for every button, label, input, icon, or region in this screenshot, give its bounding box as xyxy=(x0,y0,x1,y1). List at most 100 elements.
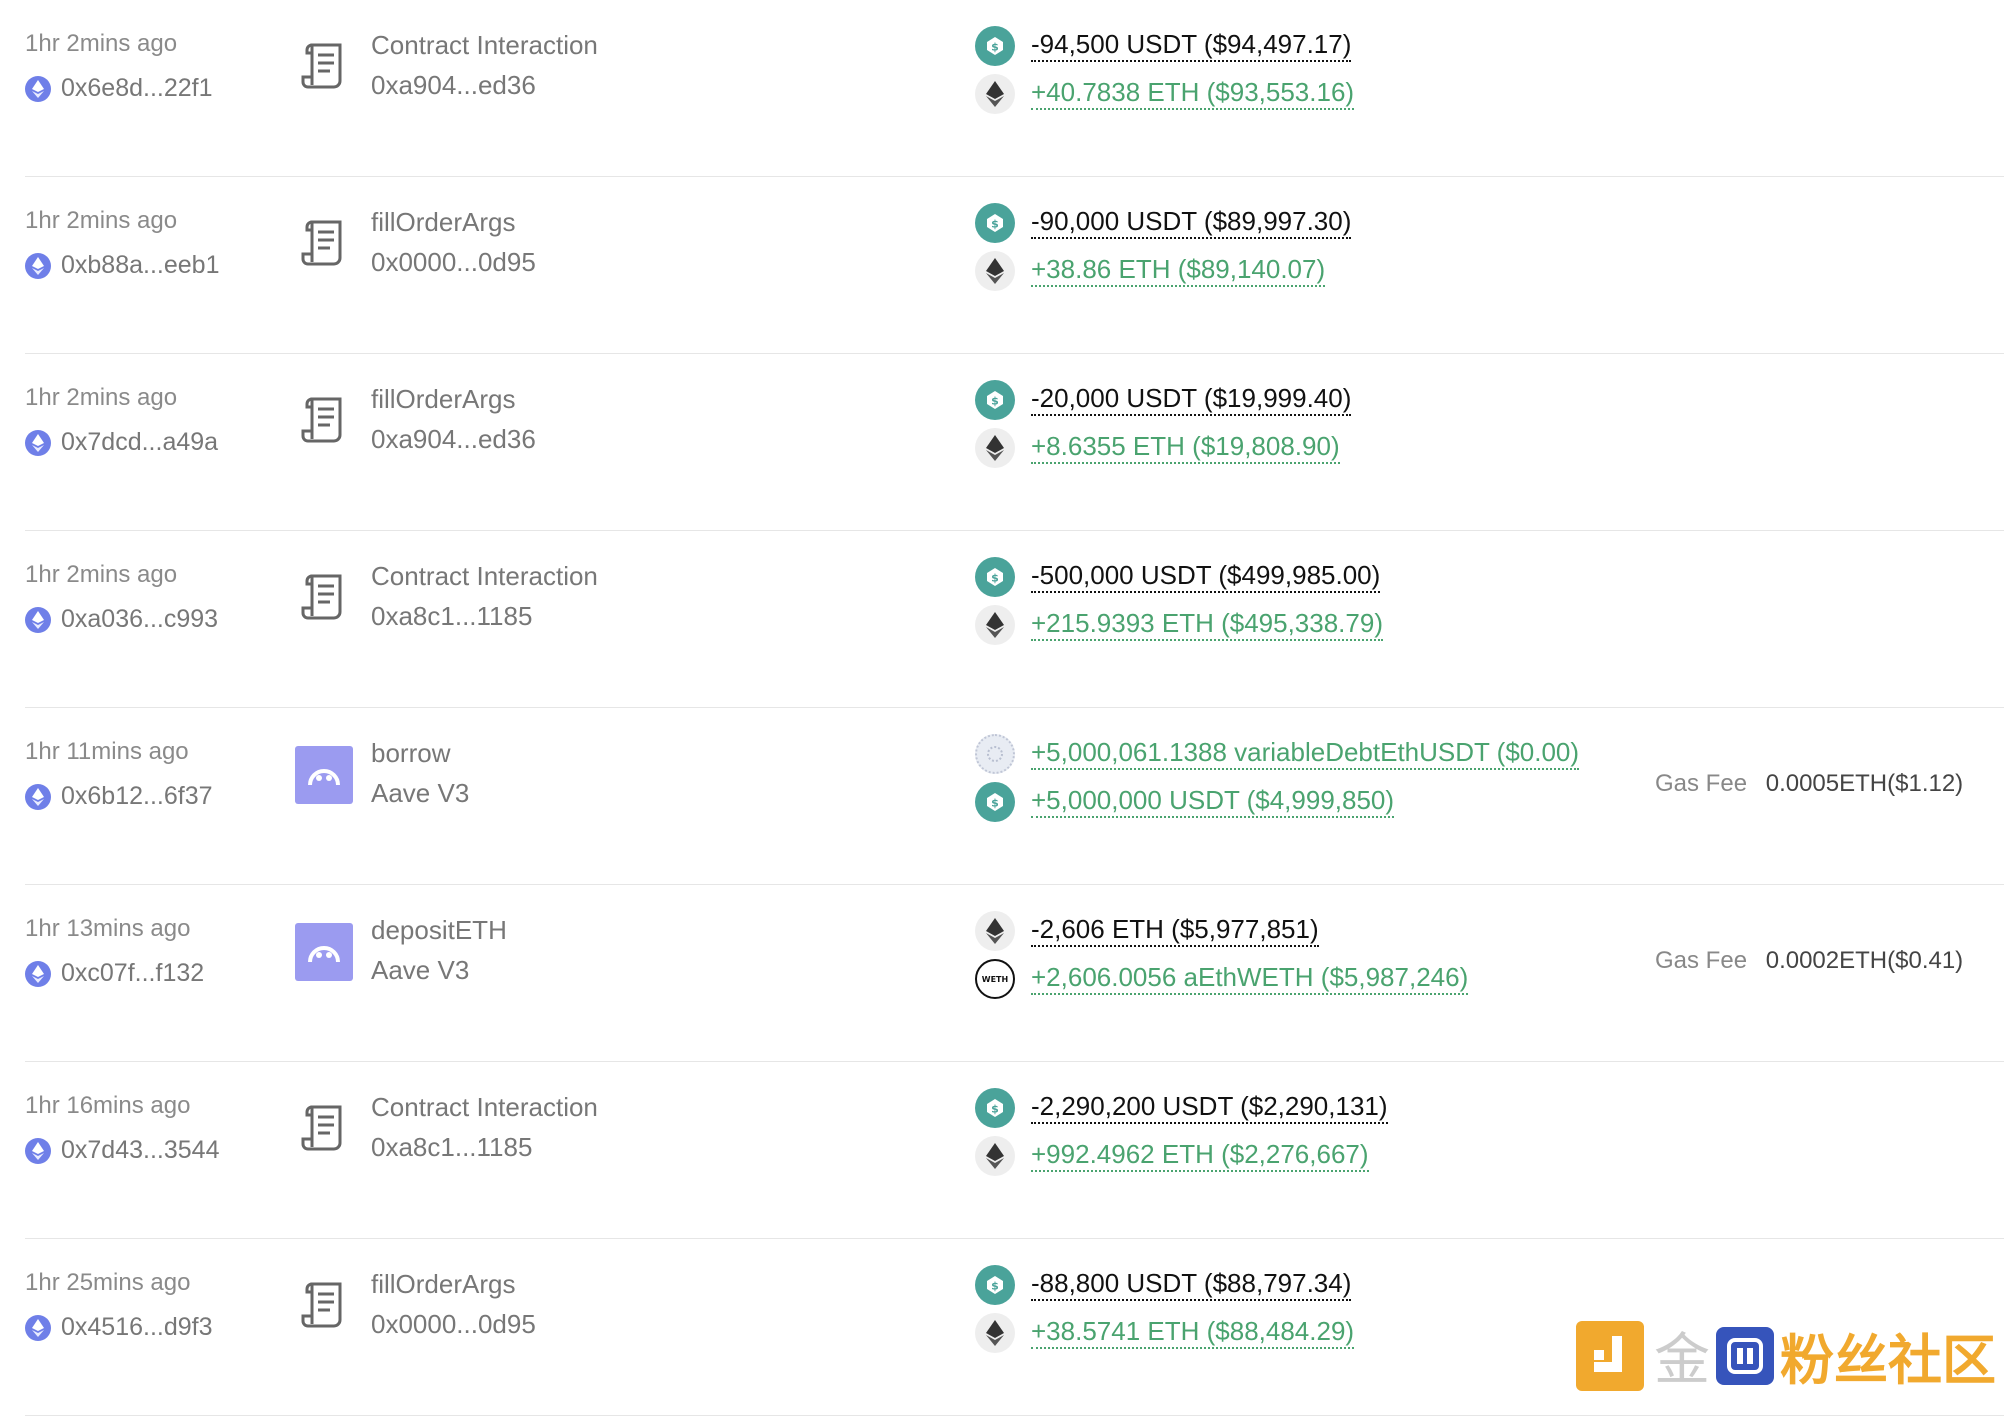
ethereum-chain-icon xyxy=(25,75,51,102)
gas-fee-label: Gas Fee xyxy=(1655,770,1748,797)
token-amount-link[interactable]: +5,000,061.1388 variableDebtEthUSDT ($0.… xyxy=(1031,737,1580,770)
svg-text:$: $ xyxy=(991,797,999,810)
tx-hash-text[interactable]: 0xc07f...f132 xyxy=(61,959,204,988)
ethereum-chain-icon xyxy=(25,783,51,810)
token-flow: $ -2,290,200 USDT ($2,290,131) xyxy=(975,1088,1388,1128)
usdt-token-icon: $ xyxy=(975,557,1015,597)
tx-target-link[interactable]: 0xa8c1...1185 xyxy=(371,1132,532,1163)
tx-hash-link[interactable]: 0x6e8d...22f1 xyxy=(25,74,213,103)
tx-hash-link[interactable]: 0x7d43...3544 xyxy=(25,1136,219,1165)
tx-hash-text[interactable]: 0xa036...c993 xyxy=(61,605,218,634)
svg-text:$: $ xyxy=(991,218,999,231)
token-amount-link[interactable]: +40.7838 ETH ($93,553.16) xyxy=(1031,77,1355,110)
tx-target-link[interactable]: 0xa8c1...1185 xyxy=(371,601,532,632)
gas-fee-label: Gas Fee xyxy=(1655,947,1748,974)
token-amount-link[interactable]: +215.9393 ETH ($495,338.79) xyxy=(1031,608,1383,641)
tx-target-link[interactable]: 0x0000...0d95 xyxy=(371,1309,536,1340)
tx-method: borrow xyxy=(371,738,451,768)
usdt-token-icon: $ xyxy=(975,26,1015,66)
tx-target-link[interactable]: Aave V3 xyxy=(371,955,469,986)
usdt-token-icon: $ xyxy=(975,203,1015,243)
watermark-logo-icon xyxy=(1576,1320,1644,1391)
tx-method: Contract Interaction xyxy=(371,30,598,60)
token-amount-link[interactable]: +38.86 ETH ($89,140.07) xyxy=(1031,254,1326,287)
aave-logo-icon xyxy=(295,746,353,804)
contract-scroll-icon xyxy=(295,1100,353,1158)
ethereum-chain-icon xyxy=(25,252,51,279)
token-amount-link[interactable]: +8.6355 ETH ($19,808.90) xyxy=(1031,431,1340,464)
contract-scroll-icon xyxy=(295,38,353,96)
token-amount-link[interactable]: +38.5741 ETH ($88,484.29) xyxy=(1031,1316,1355,1349)
transaction-row: 1hr 13mins ago 0xc07f...f132 depositETH A… xyxy=(25,885,2004,1062)
token-amount-link[interactable]: -2,290,200 USDT ($2,290,131) xyxy=(1031,1091,1388,1124)
tx-time: 1hr 11mins ago xyxy=(25,738,189,765)
tx-hash-link[interactable]: 0xc07f...f132 xyxy=(25,959,204,988)
tx-hash-link[interactable]: 0x7dcd...a49a xyxy=(25,428,218,457)
tx-hash-text[interactable]: 0xb88a...eeb1 xyxy=(61,251,219,280)
tx-hash-text[interactable]: 0x7dcd...a49a xyxy=(61,428,218,457)
token-amount-link[interactable]: +992.4962 ETH ($2,276,667) xyxy=(1031,1139,1369,1172)
tx-hash-link[interactable]: 0x4516...d9f3 xyxy=(25,1313,213,1342)
tx-hash-text[interactable]: 0x6e8d...22f1 xyxy=(61,74,213,103)
transaction-list: 1hr 2mins ago 0x6e8d...22f1 Contract Int… xyxy=(0,0,2004,1416)
tx-time: 1hr 16mins ago xyxy=(25,1092,191,1119)
token-amount-link[interactable]: -90,000 USDT ($89,997.30) xyxy=(1031,206,1352,239)
tx-hash-text[interactable]: 0x4516...d9f3 xyxy=(61,1313,213,1342)
tx-hash-text[interactable]: 0x7d43...3544 xyxy=(61,1136,219,1165)
tx-target-link[interactable]: 0xa904...ed36 xyxy=(371,70,536,101)
token-flow: +215.9393 ETH ($495,338.79) xyxy=(975,605,1383,645)
svg-text:WETH: WETH xyxy=(982,975,1008,984)
tx-method: depositETH xyxy=(371,915,507,945)
transaction-row: 1hr 11mins ago 0x6b12...6f37 borrow Aave … xyxy=(25,708,2004,885)
tx-hash-link[interactable]: 0x6b12...6f37 xyxy=(25,782,213,811)
token-amount-link[interactable]: +5,000,000 USDT ($4,999,850) xyxy=(1031,785,1395,818)
watermark: 金 粉丝社区 xyxy=(1576,1315,1996,1396)
token-amount-link[interactable]: -2,606 ETH ($5,977,851) xyxy=(1031,914,1319,947)
token-flow: -2,606 ETH ($5,977,851) xyxy=(975,911,1319,951)
tx-target-link[interactable]: 0x0000...0d95 xyxy=(371,247,536,278)
token-amount-link[interactable]: +2,606.0056 aEthWETH ($5,987,246) xyxy=(1031,962,1469,995)
svg-text:$: $ xyxy=(991,1103,999,1116)
tx-target-link[interactable]: Aave V3 xyxy=(371,778,469,809)
token-amount-link[interactable]: -20,000 USDT ($19,999.40) xyxy=(1031,383,1352,416)
token-flow: +992.4962 ETH ($2,276,667) xyxy=(975,1136,1369,1176)
tx-hash-text[interactable]: 0x6b12...6f37 xyxy=(61,782,213,811)
tx-time: 1hr 25mins ago xyxy=(25,1269,191,1296)
svg-text:$: $ xyxy=(991,41,999,54)
tx-target-link[interactable]: 0xa904...ed36 xyxy=(371,424,536,455)
tx-hash-link[interactable]: 0xb88a...eeb1 xyxy=(25,251,219,280)
eth-token-icon xyxy=(975,911,1015,951)
ethereum-chain-icon xyxy=(25,1137,51,1164)
tx-time: 1hr 13mins ago xyxy=(25,915,191,942)
token-amount-link[interactable]: -94,500 USDT ($94,497.17) xyxy=(1031,29,1352,62)
token-amount-link[interactable]: -88,800 USDT ($88,797.34) xyxy=(1031,1268,1352,1301)
usdt-token-icon: $ xyxy=(975,1088,1015,1128)
token-flow: WETH +2,606.0056 aEthWETH ($5,987,246) xyxy=(975,959,1469,999)
token-amount-link[interactable]: -500,000 USDT ($499,985.00) xyxy=(1031,560,1381,593)
gas-fee: Gas Fee 0.0002ETH($0.41) xyxy=(1655,947,1963,975)
transaction-row: 1hr 2mins ago 0xb88a...eeb1 fillOrderArg… xyxy=(25,177,2004,354)
eth-token-icon xyxy=(975,74,1015,114)
tx-method: Contract Interaction xyxy=(371,561,598,591)
watermark-badge-icon xyxy=(1716,1326,1774,1385)
aave-logo-icon xyxy=(295,923,353,981)
tx-method: fillOrderArgs xyxy=(371,384,516,414)
eth-token-icon xyxy=(975,1313,1015,1353)
svg-text:$: $ xyxy=(991,1280,999,1293)
transaction-row: 1hr 2mins ago 0x7dcd...a49a fillOrderArg… xyxy=(25,354,2004,531)
token-flow: $ -500,000 USDT ($499,985.00) xyxy=(975,557,1381,597)
ethereum-chain-icon xyxy=(25,429,51,456)
svg-text:$: $ xyxy=(991,395,999,408)
watermark-gray-text: 金 xyxy=(1654,1328,1710,1393)
contract-scroll-icon xyxy=(295,215,353,273)
gas-fee-value: 0.0005ETH($1.12) xyxy=(1765,770,1964,797)
tx-time: 1hr 2mins ago xyxy=(25,207,178,234)
gas-fee: Gas Fee 0.0005ETH($1.12) xyxy=(1655,770,1963,798)
tx-method: Contract Interaction xyxy=(371,1092,598,1122)
tx-method: fillOrderArgs xyxy=(371,1269,516,1299)
token-flow: +38.5741 ETH ($88,484.29) xyxy=(975,1313,1355,1353)
token-flow: $ -20,000 USDT ($19,999.40) xyxy=(975,380,1352,420)
tx-time: 1hr 2mins ago xyxy=(25,561,178,588)
token-flow: +40.7838 ETH ($93,553.16) xyxy=(975,74,1355,114)
tx-hash-link[interactable]: 0xa036...c993 xyxy=(25,605,218,634)
